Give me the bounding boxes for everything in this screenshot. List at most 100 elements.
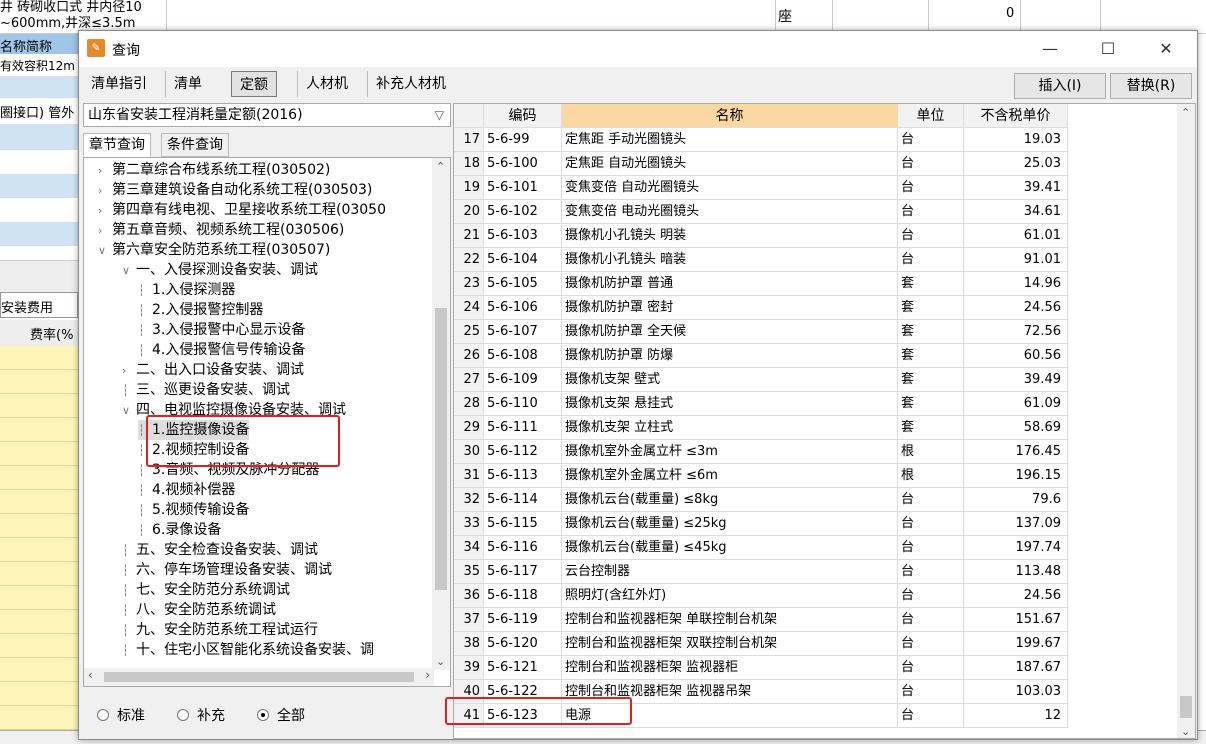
- table-row[interactable]: 22 5-6-104 摄像机小孔镜头 暗装台 91.01: [454, 248, 1179, 272]
- tree-node[interactable]: › 二、出入口设备安装、调试: [122, 360, 304, 380]
- header-unit[interactable]: 单位: [898, 104, 964, 128]
- row-name: 摄像机防护罩 防爆: [562, 344, 898, 368]
- tree-node[interactable]: ┆ 4.视频补偿器: [138, 480, 235, 500]
- tree-node[interactable]: ∨ 第六章安全防范系统工程(030507): [98, 240, 330, 260]
- scroll-up-icon[interactable]: ⌃: [436, 160, 445, 173]
- tree-line-icon: ┆: [122, 384, 129, 397]
- tab-chapter-search[interactable]: 章节查询: [83, 133, 151, 157]
- header-price[interactable]: 不含税单价: [964, 104, 1068, 128]
- table-row[interactable]: 17 5-6-99 定焦距 手动光圈镜头台 19.03: [454, 128, 1179, 152]
- table-vertical-scrollbar[interactable]: ⌃ ⌄: [1177, 104, 1195, 738]
- radio-circle-icon[interactable]: [177, 709, 189, 721]
- row-index: 26: [454, 344, 484, 368]
- scroll-left-icon[interactable]: ‹: [88, 668, 93, 682]
- radio-standard[interactable]: 标准: [97, 705, 145, 725]
- row-code: 5-6-100: [484, 152, 562, 176]
- row-unit: 根: [898, 464, 964, 488]
- insert-button[interactable]: 插入(I): [1014, 73, 1106, 99]
- table-row[interactable]: 35 5-6-117 云台控制器台 113.48: [454, 560, 1179, 584]
- scroll-up-icon[interactable]: ⌃: [1181, 106, 1190, 119]
- scroll-down-icon[interactable]: ⌄: [1181, 725, 1190, 738]
- tree-node[interactable]: ∨ 一、入侵探测设备安装、调试: [122, 260, 318, 280]
- tab-list[interactable]: 清单: [165, 71, 210, 97]
- expand-icon[interactable]: ›: [122, 361, 136, 381]
- row-name: 摄像机防护罩 全天候: [562, 320, 898, 344]
- tree-vertical-scrollbar[interactable]: ⌃ ⌄: [432, 158, 450, 670]
- scroll-thumb[interactable]: [1180, 696, 1192, 718]
- table-row[interactable]: 39 5-6-121 控制台和监视器柜架 监视器柜台 187.67: [454, 656, 1179, 680]
- tree-node[interactable]: ┆ 1.入侵探测器: [138, 280, 235, 300]
- collapse-icon[interactable]: ∨: [122, 261, 136, 281]
- table-row[interactable]: 25 5-6-107 摄像机防护罩 全天候套 72.56: [454, 320, 1179, 344]
- table-row[interactable]: 28 5-6-110 摄像机支架 悬挂式套 61.09: [454, 392, 1179, 416]
- table-row[interactable]: 20 5-6-102 变焦变倍 电动光圈镜头台 34.61: [454, 200, 1179, 224]
- tab-labor-material[interactable]: 人材机: [297, 71, 356, 97]
- minimize-button[interactable]: —: [1027, 31, 1073, 67]
- row-price: 39.49: [964, 368, 1068, 392]
- radio-supplement[interactable]: 补充: [177, 705, 225, 725]
- table-row[interactable]: 18 5-6-100 定焦距 自动光圈镜头台 25.03: [454, 152, 1179, 176]
- tab-supplement-material[interactable]: 补充人材机: [367, 71, 454, 97]
- collapse-icon[interactable]: ∨: [122, 401, 136, 421]
- tree-node[interactable]: ┆ 九、安全防范系统工程试运行: [122, 620, 318, 640]
- tree-node[interactable]: ┆ 八、安全防范系统调试: [122, 600, 276, 620]
- table-row[interactable]: 27 5-6-109 摄像机支架 壁式套 39.49: [454, 368, 1179, 392]
- replace-button[interactable]: 替换(R): [1110, 73, 1192, 99]
- close-button[interactable]: ✕: [1143, 31, 1189, 67]
- scroll-down-icon[interactable]: ⌄: [436, 655, 445, 668]
- tab-quota[interactable]: 定额: [231, 71, 277, 97]
- table-row[interactable]: 31 5-6-113 摄像机室外金属立杆 ≤6m 根 196.15: [454, 464, 1179, 488]
- table-row[interactable]: 34 5-6-116 摄像机云台(载重量) ≤45kg 台 197.74: [454, 536, 1179, 560]
- tree-node[interactable]: ┆ 五、安全检查设备安装、调试: [122, 540, 318, 560]
- row-code: 5-6-117: [484, 560, 562, 584]
- expand-icon[interactable]: ›: [98, 221, 112, 241]
- radio-circle-icon[interactable]: [97, 709, 109, 721]
- tree-node[interactable]: › 第五章音频、视频系统工程(030506): [98, 220, 344, 240]
- tree-node[interactable]: ┆ 6.录像设备: [138, 520, 221, 540]
- highlight-box-tree: [146, 415, 340, 467]
- table-row[interactable]: 29 5-6-111 摄像机支架 立柱式套 58.69: [454, 416, 1179, 440]
- tree-horizontal-scrollbar[interactable]: ‹ ›: [84, 668, 434, 686]
- quota-library-select[interactable]: 山东省安装工程消耗量定额(2016) ▽: [83, 103, 451, 127]
- tree-node[interactable]: ┆ 4.入侵报警信号传输设备: [138, 340, 305, 360]
- tab-condition-search[interactable]: 条件查询: [161, 133, 229, 157]
- tree-node[interactable]: ┆ 十、住宅小区智能化系统设备安装、调: [122, 640, 374, 660]
- maximize-button[interactable]: ☐: [1085, 31, 1131, 67]
- tree-node[interactable]: ┆ 2.入侵报警控制器: [138, 300, 263, 320]
- background-fee-tab[interactable]: 安装费用: [0, 292, 78, 318]
- table-row[interactable]: 30 5-6-112 摄像机室外金属立杆 ≤3m 根 176.45: [454, 440, 1179, 464]
- expand-icon[interactable]: ›: [98, 181, 112, 201]
- scroll-right-icon[interactable]: ›: [425, 668, 430, 682]
- table-row[interactable]: 38 5-6-120 控制台和监视器柜架 双联控制台机架台 199.67: [454, 632, 1179, 656]
- tree-node[interactable]: › 第三章建筑设备自动化系统工程(030503): [98, 180, 372, 200]
- scroll-thumb[interactable]: [435, 308, 447, 590]
- expand-icon[interactable]: ›: [98, 161, 112, 181]
- table-row[interactable]: 23 5-6-105 摄像机防护罩 普通套 14.96: [454, 272, 1179, 296]
- header-code[interactable]: 编码: [484, 104, 562, 128]
- radio-checked-icon[interactable]: [257, 709, 269, 721]
- radio-all[interactable]: 全部: [257, 705, 305, 725]
- row-index: 37: [454, 608, 484, 632]
- scroll-thumb[interactable]: [104, 672, 414, 682]
- tree-node[interactable]: › 第四章有线电视、卫星接收系统工程(03050: [98, 200, 386, 220]
- query-dialog: ✎ 查询 — ☐ ✕ 清单指引 清单 定额 人材机 补充人材机 插入(I) 替换…: [78, 30, 1198, 740]
- tree-node[interactable]: ┆ 六、停车场管理设备安装、调试: [122, 560, 332, 580]
- table-row[interactable]: 26 5-6-108 摄像机防护罩 防爆套 60.56: [454, 344, 1179, 368]
- expand-icon[interactable]: ›: [98, 201, 112, 221]
- table-row[interactable]: 32 5-6-114 摄像机云台(载重量) ≤8kg 台 79.6: [454, 488, 1179, 512]
- table-row[interactable]: 37 5-6-119 控制台和监视器柜架 单联控制台机架台 151.67: [454, 608, 1179, 632]
- table-row[interactable]: 24 5-6-106 摄像机防护罩 密封套 24.56: [454, 296, 1179, 320]
- tab-list-guide[interactable]: 清单指引: [83, 71, 155, 97]
- tree-node[interactable]: ┆ 5.视频传输设备: [138, 500, 249, 520]
- table-row[interactable]: 33 5-6-115 摄像机云台(载重量) ≤25kg 台 137.09: [454, 512, 1179, 536]
- tree-node[interactable]: ┆ 3.入侵报警中心显示设备: [138, 320, 305, 340]
- chevron-down-icon[interactable]: ▽: [435, 104, 444, 126]
- table-row[interactable]: 36 5-6-118 照明灯(含红外灯) 台 24.56: [454, 584, 1179, 608]
- collapse-icon[interactable]: ∨: [98, 241, 112, 261]
- header-name[interactable]: 名称: [562, 104, 898, 128]
- table-row[interactable]: 21 5-6-103 摄像机小孔镜头 明装台 61.01: [454, 224, 1179, 248]
- tree-node[interactable]: ┆ 三、巡更设备安装、调试: [122, 380, 290, 400]
- table-row[interactable]: 19 5-6-101 变焦变倍 自动光圈镜头台 39.41: [454, 176, 1179, 200]
- tree-node[interactable]: ┆ 七、安全防范分系统调试: [122, 580, 290, 600]
- tree-node[interactable]: › 第二章综合布线系统工程(030502): [98, 160, 330, 180]
